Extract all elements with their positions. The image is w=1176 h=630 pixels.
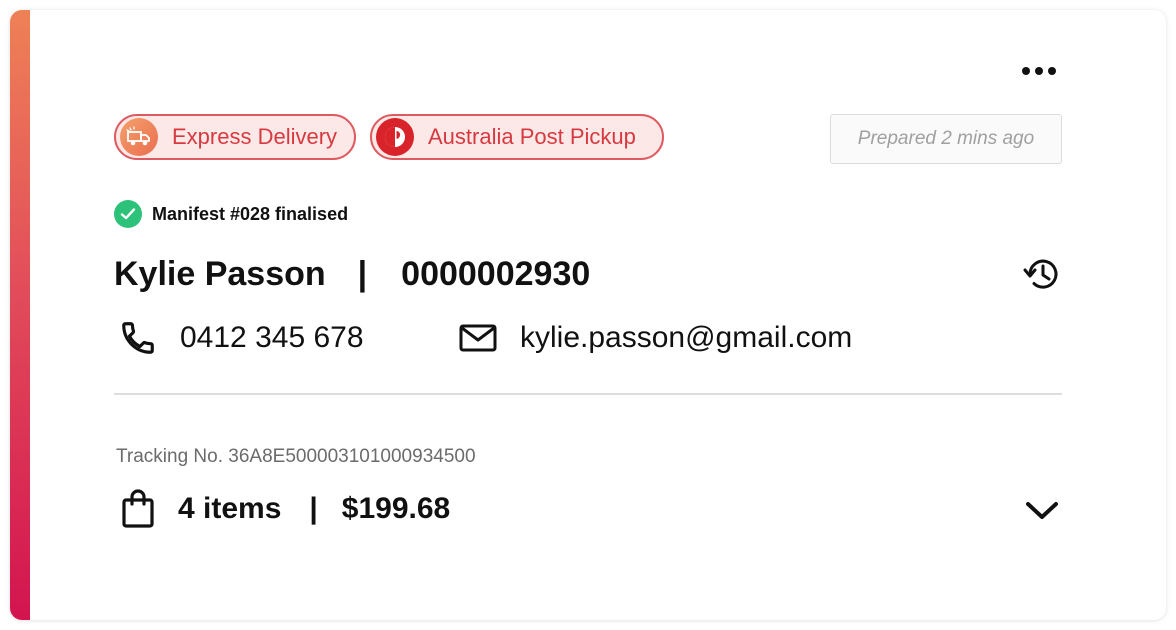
order-total: $199.68 <box>341 492 451 525</box>
history-icon <box>1023 259 1058 289</box>
prepared-time-text: Prepared 2 mins ago <box>857 128 1035 149</box>
australia-post-pickup-label: Australia Post Pickup <box>428 124 636 149</box>
check-circle-icon <box>114 200 142 228</box>
email-contact[interactable]: kylie.passon@gmail.com <box>456 316 852 360</box>
tracking-number: Tracking No. 36A8E500003101000934500 <box>116 446 476 467</box>
phone-contact[interactable]: 0412 345 678 <box>116 316 364 360</box>
express-delivery-label: Express Delivery <box>172 124 338 149</box>
shopping-bag-icon <box>118 487 158 531</box>
phone-icon <box>116 316 160 360</box>
prepared-time-badge: Prepared 2 mins ago <box>830 114 1062 164</box>
order-history-button[interactable] <box>1020 252 1064 296</box>
australia-post-pickup-tag: Australia Post Pickup <box>370 114 664 160</box>
expand-order-button[interactable] <box>1020 488 1064 532</box>
customer-name: Kylie Passon <box>114 254 326 293</box>
more-dot-icon <box>1035 67 1043 75</box>
australia-post-logo-icon <box>376 118 414 156</box>
manifest-status: Manifest #028 finalised <box>114 200 348 228</box>
status-accent-bar <box>10 10 30 620</box>
express-delivery-tag: Express Delivery <box>114 114 356 160</box>
more-options-button[interactable] <box>1014 58 1064 84</box>
more-dot-icon <box>1048 67 1056 75</box>
section-divider <box>114 393 1062 395</box>
chevron-down-icon <box>1026 502 1058 519</box>
more-dot-icon <box>1022 67 1030 75</box>
order-card: Express Delivery Australia Post Pickup P… <box>10 10 1166 620</box>
email-address: kylie.passon@gmail.com <box>520 321 853 354</box>
manifest-status-text: Manifest #028 finalised <box>152 203 349 224</box>
phone-number: 0412 345 678 <box>180 321 364 354</box>
delivery-truck-icon <box>120 118 158 156</box>
order-summary: 4 items | $199.68 <box>118 486 450 532</box>
heading-separator: | <box>357 254 368 293</box>
items-count: 4 items <box>178 492 282 525</box>
customer-order-heading: Kylie Passon | 0000002930 <box>114 252 590 296</box>
summary-separator: | <box>309 492 318 525</box>
mail-icon <box>456 316 500 360</box>
order-number: 0000002930 <box>401 254 591 293</box>
